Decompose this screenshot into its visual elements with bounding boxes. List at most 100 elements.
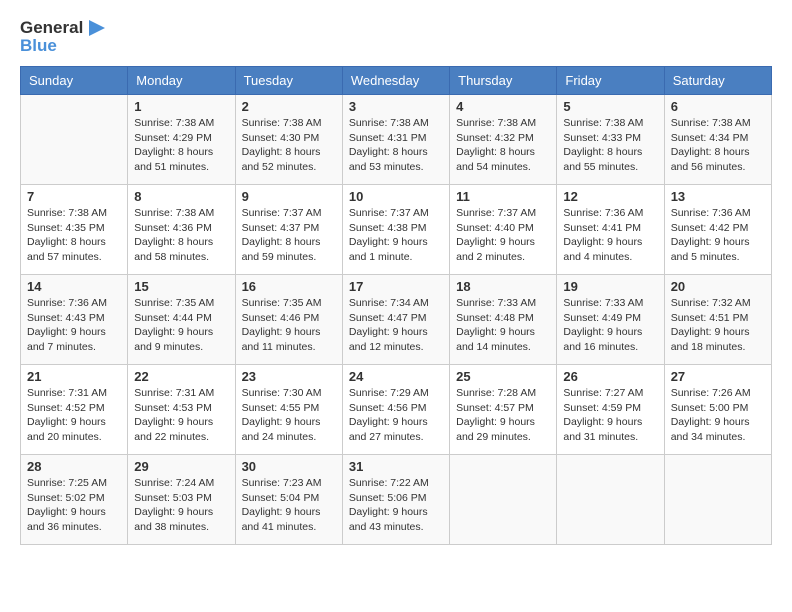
day-info: Sunrise: 7:24 AMSunset: 5:03 PMDaylight:… xyxy=(134,476,228,535)
day-number: 20 xyxy=(671,279,765,294)
day-info: Sunrise: 7:29 AMSunset: 4:56 PMDaylight:… xyxy=(349,386,443,445)
day-info: Sunrise: 7:31 AMSunset: 4:53 PMDaylight:… xyxy=(134,386,228,445)
day-number: 13 xyxy=(671,189,765,204)
header: General Blue xyxy=(20,16,772,56)
day-info: Sunrise: 7:36 AMSunset: 4:43 PMDaylight:… xyxy=(27,296,121,355)
logo-general: General xyxy=(20,18,83,38)
day-info: Sunrise: 7:36 AMSunset: 4:42 PMDaylight:… xyxy=(671,206,765,265)
day-info: Sunrise: 7:37 AMSunset: 4:37 PMDaylight:… xyxy=(242,206,336,265)
day-info: Sunrise: 7:38 AMSunset: 4:34 PMDaylight:… xyxy=(671,116,765,175)
logo: General Blue xyxy=(20,16,109,56)
header-row: SundayMondayTuesdayWednesdayThursdayFrid… xyxy=(21,67,772,95)
day-number: 2 xyxy=(242,99,336,114)
day-info: Sunrise: 7:35 AMSunset: 4:44 PMDaylight:… xyxy=(134,296,228,355)
day-number: 28 xyxy=(27,459,121,474)
week-row-3: 21 Sunrise: 7:31 AMSunset: 4:52 PMDayligh… xyxy=(21,365,772,455)
column-header-friday: Friday xyxy=(557,67,664,95)
day-cell: 2 Sunrise: 7:38 AMSunset: 4:30 PMDaylight… xyxy=(235,95,342,185)
day-cell: 19 Sunrise: 7:33 AMSunset: 4:49 PMDayligh… xyxy=(557,275,664,365)
day-cell: 18 Sunrise: 7:33 AMSunset: 4:48 PMDayligh… xyxy=(450,275,557,365)
week-row-0: 1 Sunrise: 7:38 AMSunset: 4:29 PMDaylight… xyxy=(21,95,772,185)
column-header-thursday: Thursday xyxy=(450,67,557,95)
day-info: Sunrise: 7:22 AMSunset: 5:06 PMDaylight:… xyxy=(349,476,443,535)
day-number: 1 xyxy=(134,99,228,114)
day-cell: 28 Sunrise: 7:25 AMSunset: 5:02 PMDayligh… xyxy=(21,455,128,545)
day-info: Sunrise: 7:28 AMSunset: 4:57 PMDaylight:… xyxy=(456,386,550,445)
day-number: 27 xyxy=(671,369,765,384)
day-number: 10 xyxy=(349,189,443,204)
day-cell: 13 Sunrise: 7:36 AMSunset: 4:42 PMDayligh… xyxy=(664,185,771,275)
day-number: 15 xyxy=(134,279,228,294)
day-info: Sunrise: 7:34 AMSunset: 4:47 PMDaylight:… xyxy=(349,296,443,355)
day-info: Sunrise: 7:33 AMSunset: 4:48 PMDaylight:… xyxy=(456,296,550,355)
day-cell: 24Sunrise: 7:29 AMSunset: 4:56 PMDayligh… xyxy=(342,365,449,455)
day-info: Sunrise: 7:26 AMSunset: 5:00 PMDaylight:… xyxy=(671,386,765,445)
column-header-tuesday: Tuesday xyxy=(235,67,342,95)
day-cell: 7Sunrise: 7:38 AMSunset: 4:35 PMDaylight… xyxy=(21,185,128,275)
day-cell: 15 Sunrise: 7:35 AMSunset: 4:44 PMDayligh… xyxy=(128,275,235,365)
day-info: Sunrise: 7:32 AMSunset: 4:51 PMDaylight:… xyxy=(671,296,765,355)
day-cell: 14 Sunrise: 7:36 AMSunset: 4:43 PMDayligh… xyxy=(21,275,128,365)
day-cell: 8Sunrise: 7:38 AMSunset: 4:36 PMDaylight… xyxy=(128,185,235,275)
day-cell: 31 Sunrise: 7:22 AMSunset: 5:06 PMDayligh… xyxy=(342,455,449,545)
day-number: 31 xyxy=(349,459,443,474)
day-cell: 21 Sunrise: 7:31 AMSunset: 4:52 PMDayligh… xyxy=(21,365,128,455)
day-number: 16 xyxy=(242,279,336,294)
day-info: Sunrise: 7:31 AMSunset: 4:52 PMDaylight:… xyxy=(27,386,121,445)
logo-arrow-icon xyxy=(85,16,109,40)
day-info: Sunrise: 7:38 AMSunset: 4:29 PMDaylight:… xyxy=(134,116,228,175)
day-info: Sunrise: 7:37 AMSunset: 4:38 PMDaylight:… xyxy=(349,206,443,265)
day-info: Sunrise: 7:38 AMSunset: 4:33 PMDaylight:… xyxy=(563,116,657,175)
day-cell: 26 Sunrise: 7:27 AMSunset: 4:59 PMDayligh… xyxy=(557,365,664,455)
day-info: Sunrise: 7:38 AMSunset: 4:32 PMDaylight:… xyxy=(456,116,550,175)
day-info: Sunrise: 7:38 AMSunset: 4:31 PMDaylight:… xyxy=(349,116,443,175)
day-number: 12 xyxy=(563,189,657,204)
day-info: Sunrise: 7:38 AMSunset: 4:30 PMDaylight:… xyxy=(242,116,336,175)
week-row-1: 7Sunrise: 7:38 AMSunset: 4:35 PMDaylight… xyxy=(21,185,772,275)
day-number: 18 xyxy=(456,279,550,294)
day-info: Sunrise: 7:25 AMSunset: 5:02 PMDaylight:… xyxy=(27,476,121,535)
day-cell xyxy=(450,455,557,545)
day-info: Sunrise: 7:38 AMSunset: 4:35 PMDaylight:… xyxy=(27,206,121,265)
day-info: Sunrise: 7:35 AMSunset: 4:46 PMDaylight:… xyxy=(242,296,336,355)
day-cell: 22 Sunrise: 7:31 AMSunset: 4:53 PMDayligh… xyxy=(128,365,235,455)
day-number: 22 xyxy=(134,369,228,384)
day-info: Sunrise: 7:30 AMSunset: 4:55 PMDaylight:… xyxy=(242,386,336,445)
day-cell: 5 Sunrise: 7:38 AMSunset: 4:33 PMDaylight… xyxy=(557,95,664,185)
day-cell: 6 Sunrise: 7:38 AMSunset: 4:34 PMDaylight… xyxy=(664,95,771,185)
column-header-wednesday: Wednesday xyxy=(342,67,449,95)
day-number: 19 xyxy=(563,279,657,294)
day-number: 21 xyxy=(27,369,121,384)
day-cell xyxy=(557,455,664,545)
day-info: Sunrise: 7:36 AMSunset: 4:41 PMDaylight:… xyxy=(563,206,657,265)
day-number: 26 xyxy=(563,369,657,384)
day-cell: 30Sunrise: 7:23 AMSunset: 5:04 PMDayligh… xyxy=(235,455,342,545)
logo-blue: Blue xyxy=(20,36,57,56)
column-header-saturday: Saturday xyxy=(664,67,771,95)
day-info: Sunrise: 7:23 AMSunset: 5:04 PMDaylight:… xyxy=(242,476,336,535)
day-number: 25 xyxy=(456,369,550,384)
day-cell: 12 Sunrise: 7:36 AMSunset: 4:41 PMDayligh… xyxy=(557,185,664,275)
day-number: 9 xyxy=(242,189,336,204)
day-info: Sunrise: 7:33 AMSunset: 4:49 PMDaylight:… xyxy=(563,296,657,355)
day-number: 6 xyxy=(671,99,765,114)
day-cell: 11Sunrise: 7:37 AMSunset: 4:40 PMDayligh… xyxy=(450,185,557,275)
day-number: 5 xyxy=(563,99,657,114)
day-cell: 1 Sunrise: 7:38 AMSunset: 4:29 PMDaylight… xyxy=(128,95,235,185)
day-number: 17 xyxy=(349,279,443,294)
day-info: Sunrise: 7:37 AMSunset: 4:40 PMDaylight:… xyxy=(456,206,550,265)
day-number: 23 xyxy=(242,369,336,384)
day-cell: 27 Sunrise: 7:26 AMSunset: 5:00 PMDayligh… xyxy=(664,365,771,455)
day-number: 3 xyxy=(349,99,443,114)
day-number: 14 xyxy=(27,279,121,294)
day-cell: 10 Sunrise: 7:37 AMSunset: 4:38 PMDayligh… xyxy=(342,185,449,275)
day-cell: 25 Sunrise: 7:28 AMSunset: 4:57 PMDayligh… xyxy=(450,365,557,455)
week-row-4: 28 Sunrise: 7:25 AMSunset: 5:02 PMDayligh… xyxy=(21,455,772,545)
day-info: Sunrise: 7:27 AMSunset: 4:59 PMDaylight:… xyxy=(563,386,657,445)
logo-container: General Blue xyxy=(20,16,109,56)
column-header-monday: Monday xyxy=(128,67,235,95)
day-number: 4 xyxy=(456,99,550,114)
day-cell: 17 Sunrise: 7:34 AMSunset: 4:47 PMDayligh… xyxy=(342,275,449,365)
day-cell: 20 Sunrise: 7:32 AMSunset: 4:51 PMDayligh… xyxy=(664,275,771,365)
column-header-sunday: Sunday xyxy=(21,67,128,95)
